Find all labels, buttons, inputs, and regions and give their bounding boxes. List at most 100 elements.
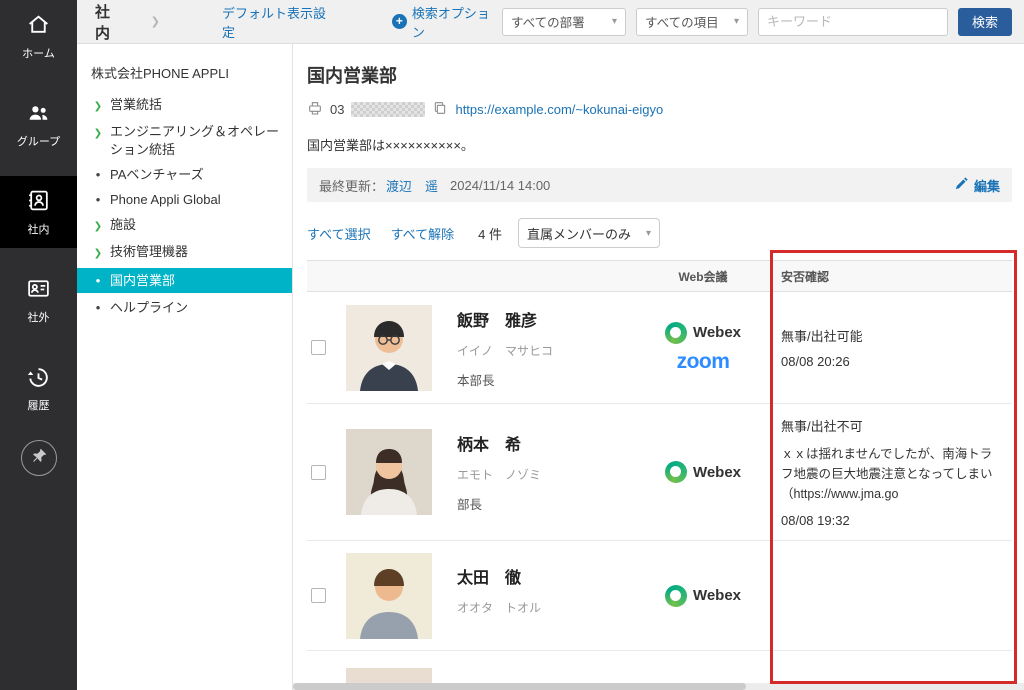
orgtree-item-engineering[interactable]: エンジニアリング＆オペレーション統括 xyxy=(77,119,292,162)
nav-item-label: 履歴 xyxy=(28,397,50,413)
safety-time: 08/08 19:32 xyxy=(781,513,1002,528)
table-header-row: Web会議 安否確認 xyxy=(307,260,1012,292)
zoom-button[interactable]: zoom xyxy=(677,350,730,374)
deselect-all-link[interactable]: すべて解除 xyxy=(391,224,455,243)
member-filter-select[interactable]: 直属メンバーのみ xyxy=(518,218,660,248)
field-filter-select[interactable]: すべての項目 xyxy=(636,8,748,36)
search-button[interactable]: 検索 xyxy=(958,8,1012,36)
default-display-settings-link[interactable]: デフォルト表示設定 xyxy=(222,3,338,41)
webex-button[interactable]: Webex xyxy=(665,461,741,483)
department-description: 国内営業部は××××××××××。 xyxy=(307,135,1012,154)
row-checkbox[interactable] xyxy=(311,340,326,355)
webex-icon xyxy=(665,585,687,607)
pin-icon xyxy=(30,447,48,470)
group-icon xyxy=(26,100,51,128)
row-checkbox[interactable] xyxy=(311,588,326,603)
scrollbar-thumb[interactable] xyxy=(293,683,746,690)
safety-status: 無事/出社不可 xyxy=(781,416,1002,435)
home-icon xyxy=(26,12,51,40)
expand-chevron-icon[interactable] xyxy=(92,123,104,159)
horizontal-scrollbar xyxy=(293,683,1024,690)
bullet-icon xyxy=(92,166,104,184)
orgtree-company[interactable]: 株式会社PHONE APPLI xyxy=(77,56,292,92)
member-name[interactable]: 柄本 希 xyxy=(457,431,637,455)
member-count: 4 件 xyxy=(478,224,502,243)
nav-item-label: グループ xyxy=(17,133,60,149)
webex-button[interactable]: Webex xyxy=(665,322,741,344)
avatar[interactable] xyxy=(346,553,432,639)
chevron-down-icon xyxy=(646,228,651,239)
orgtree-item-kokunai-eigyo[interactable]: 国内営業部 xyxy=(77,268,292,293)
orgtree-item-eigyo[interactable]: 営業統括 xyxy=(77,92,292,119)
chevron-down-icon xyxy=(612,16,617,27)
bullet-icon xyxy=(92,191,104,209)
pencil-icon xyxy=(954,176,969,194)
last-updated-bar: 最終更新： 渡辺 遥 2024/11/14 14:00 編集 xyxy=(307,168,1012,202)
org-tree: 株式会社PHONE APPLI 営業統括 エンジニアリング＆オペレーション統括 … xyxy=(77,44,293,690)
last-updated-time: 2024/11/14 14:00 xyxy=(450,178,550,193)
orgtree-item-gijutsu[interactable]: 技術管理機器 xyxy=(77,239,292,266)
redacted-phone-number xyxy=(351,102,425,117)
safety-cell: 無事/出社可能 08/08 20:26 xyxy=(769,292,1012,403)
breadcrumb-chevron-icon xyxy=(151,15,160,28)
member-name[interactable]: 太田 徹 xyxy=(457,564,637,588)
nav-item-label: ホーム xyxy=(22,45,55,61)
company-contacts-icon xyxy=(26,188,51,216)
member-kana: オオタ トオル xyxy=(457,599,637,616)
nav-item-history[interactable]: 履歴 xyxy=(0,352,77,424)
avatar[interactable] xyxy=(346,429,432,515)
orgtree-item-shisetsu[interactable]: 施設 xyxy=(77,212,292,239)
nav-item-label: 社内 xyxy=(28,221,50,237)
bullet-icon xyxy=(92,272,104,290)
history-icon xyxy=(26,364,51,392)
edit-button[interactable]: 編集 xyxy=(954,176,1000,195)
nav-item-home[interactable]: ホーム xyxy=(0,0,77,72)
orgtree-item-global[interactable]: Phone Appli Global xyxy=(77,187,292,212)
last-updated-label: 最終更新： xyxy=(319,176,384,195)
expand-chevron-icon[interactable] xyxy=(92,96,104,116)
member-name[interactable]: 飯野 雅彦 xyxy=(457,307,637,331)
select-all-link[interactable]: すべて選択 xyxy=(307,224,371,243)
keyword-input[interactable] xyxy=(758,8,948,36)
safety-cell xyxy=(769,541,1012,650)
webex-button[interactable]: Webex xyxy=(665,585,741,607)
nav-item-external[interactable]: 社外 xyxy=(0,264,77,336)
chevron-down-icon xyxy=(734,16,739,27)
orgtree-item-helpline[interactable]: ヘルプライン xyxy=(77,295,292,320)
safety-cell: 無事/出社不可 ｘｘは揺れませんでしたが、南海トラフ地震の巨大地震注意となってし… xyxy=(769,404,1012,540)
search-options-link[interactable]: 検索オプション xyxy=(392,3,502,41)
bullet-icon xyxy=(92,299,104,317)
nav-item-internal[interactable]: 社内 xyxy=(0,176,77,248)
app-window: ホーム グループ 社内 社外 履歴 社内 デフォルト表示設定 xyxy=(0,0,1024,690)
avatar[interactable] xyxy=(346,305,432,391)
orgtree-item-pa-ventures[interactable]: PAベンチャーズ xyxy=(77,162,292,187)
plus-circle-icon xyxy=(392,14,407,29)
top-bar: 社内 デフォルト表示設定 検索オプション すべての部署 すべての項目 検索 xyxy=(77,0,1024,44)
nav-item-group[interactable]: グループ xyxy=(0,88,77,160)
nav-item-label: 社外 xyxy=(28,309,50,325)
pin-button[interactable] xyxy=(21,440,57,476)
member-kana: エモト ノゾミ xyxy=(457,466,637,483)
copy-icon[interactable] xyxy=(432,100,448,119)
member-position: 本部長 xyxy=(457,370,637,389)
external-contacts-icon xyxy=(26,276,51,304)
webex-icon xyxy=(665,461,687,483)
department-filter-select[interactable]: すべての部署 xyxy=(502,8,626,36)
member-table: Web会議 安否確認 飯野 雅彦 イイノ マサヒコ 本部長 Webex xyxy=(307,260,1012,690)
row-checkbox[interactable] xyxy=(311,465,326,480)
expand-chevron-icon[interactable] xyxy=(92,216,104,236)
member-position: 部長 xyxy=(457,494,637,513)
webex-icon xyxy=(665,322,687,344)
safety-check-header: 安否確認 xyxy=(769,268,1012,285)
department-url-link[interactable]: https://example.com/~kokunai-eigyo xyxy=(455,102,663,117)
main-panel: 国内営業部 03 https://example.com/~kokunai-ei… xyxy=(293,44,1024,690)
last-updated-by-link[interactable]: 渡辺 遥 xyxy=(386,176,438,195)
page-title: 社内 xyxy=(95,1,125,43)
safety-message: ｘｘは揺れませんでしたが、南海トラフ地震の巨大地震注意となってしまい（https… xyxy=(781,444,1002,504)
table-row: 太田 徹 オオタ トオル Webex xyxy=(307,541,1012,651)
department-contact-row: 03 https://example.com/~kokunai-eigyo xyxy=(307,100,1012,119)
member-kana: イイノ マサヒコ xyxy=(457,342,637,359)
expand-chevron-icon[interactable] xyxy=(92,243,104,263)
safety-time: 08/08 20:26 xyxy=(781,354,1002,369)
phone-icon xyxy=(307,100,323,119)
